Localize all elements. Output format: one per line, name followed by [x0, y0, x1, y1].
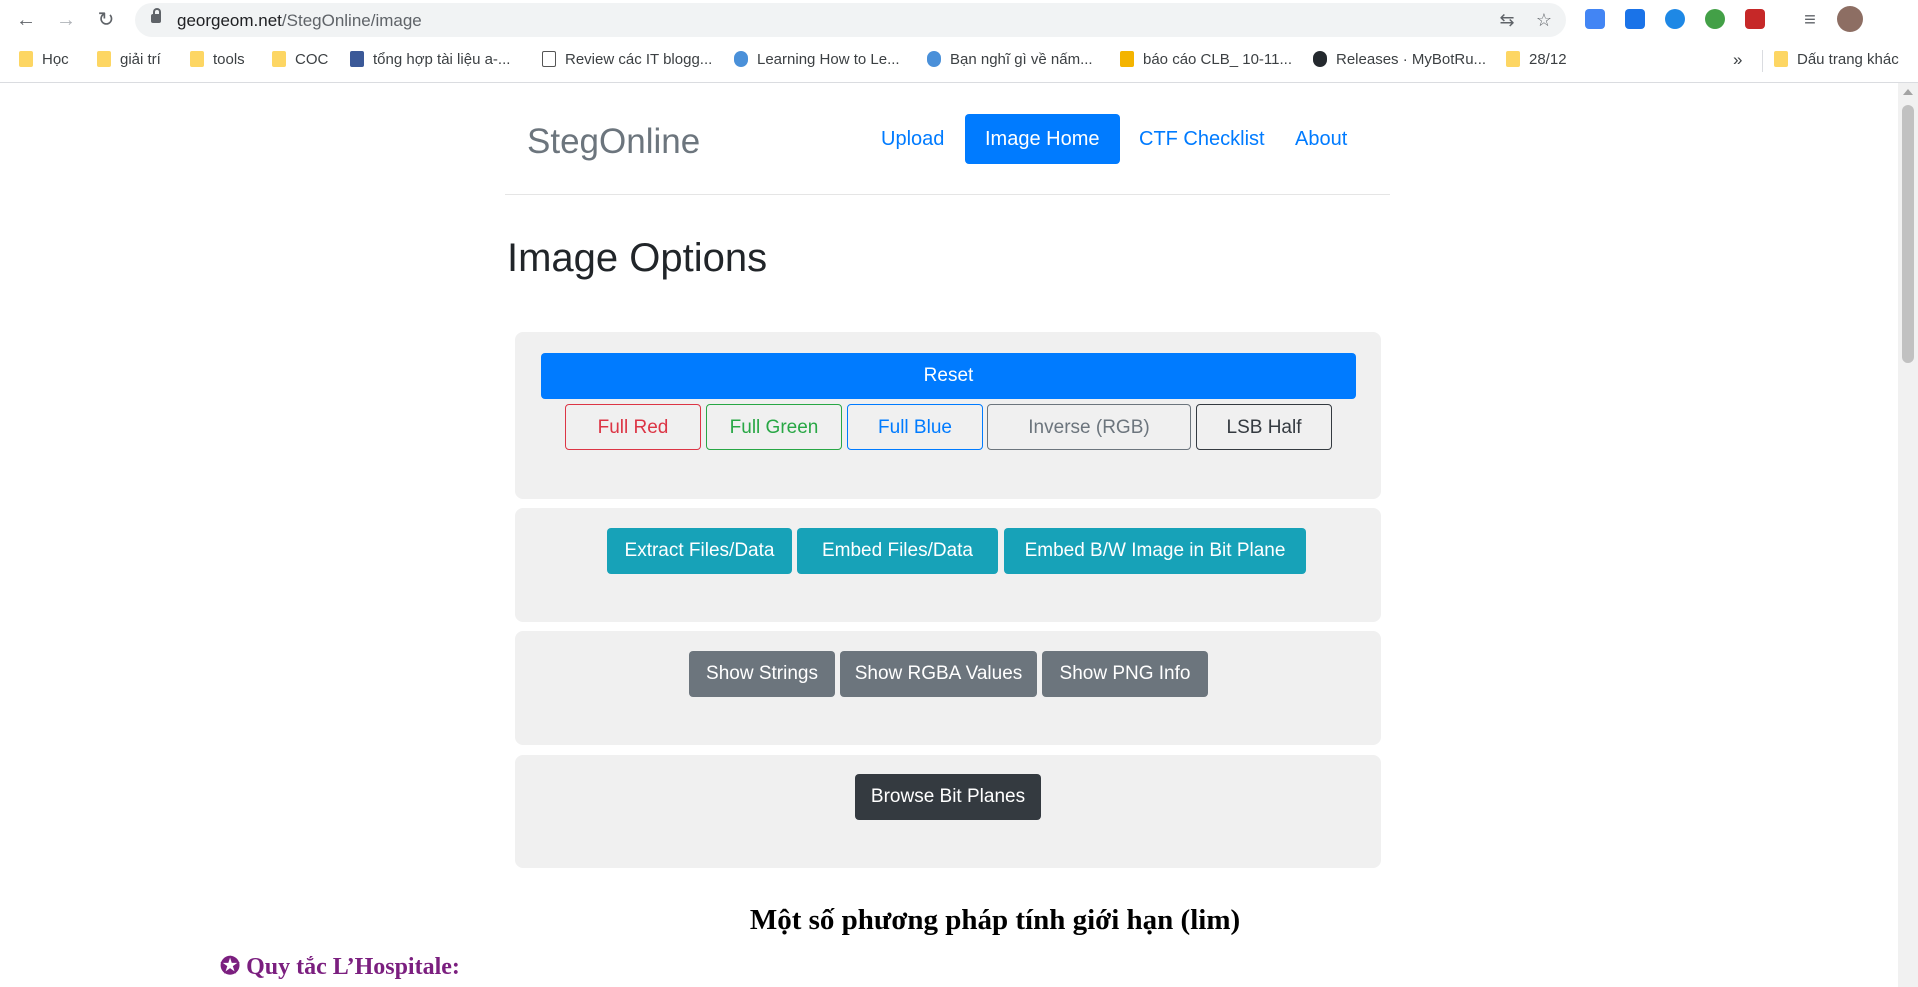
- translate-icon[interactable]: ⇆: [1497, 10, 1517, 30]
- url-text[interactable]: georgeom.net/StegOnline/image: [177, 11, 422, 31]
- header-divider: [505, 194, 1390, 195]
- page-title: Image Options: [507, 236, 768, 280]
- bookmarks-bar: Học giải trí tools COC tổng hợp tài liệu…: [0, 40, 1918, 83]
- bookmarks-divider: [1762, 50, 1763, 72]
- embed-files-button[interactable]: Embed Files/Data: [797, 528, 998, 574]
- translate-extension-icon[interactable]: [1585, 9, 1605, 29]
- download-extension-icon[interactable]: [1625, 9, 1645, 29]
- folder-icon: [19, 51, 33, 67]
- info-options-panel: Show Strings Show RGBA Values Show PNG I…: [515, 631, 1381, 745]
- bookmark-item[interactable]: Bạn nghĩ gì về nấm...: [927, 50, 1093, 70]
- reading-list-icon[interactable]: ≡: [1798, 8, 1822, 32]
- bookmark-star-icon[interactable]: ☆: [1534, 10, 1554, 30]
- bookmark-item[interactable]: Learning How to Le...: [734, 50, 900, 70]
- facebook-icon: [350, 51, 364, 67]
- scrollbar-thumb[interactable]: [1902, 105, 1914, 363]
- pdf-extension-icon[interactable]: [1745, 9, 1765, 29]
- inverse-rgb-button[interactable]: Inverse (RGB): [987, 404, 1191, 450]
- blue-owl-icon: [734, 51, 748, 67]
- bookmark-item[interactable]: Review các IT blogg...: [542, 50, 712, 70]
- bookmark-item[interactable]: tổng hợp tài liệu a-...: [350, 50, 510, 70]
- reload-icon[interactable]: ↻: [94, 8, 118, 32]
- forward-icon[interactable]: →: [54, 8, 78, 32]
- embed-bw-image-button[interactable]: Embed B/W Image in Bit Plane: [1004, 528, 1306, 574]
- nav-upload[interactable]: Upload: [861, 114, 964, 164]
- folder-icon: [97, 51, 111, 67]
- nav-about[interactable]: About: [1275, 114, 1367, 164]
- site-brand[interactable]: StegOnline: [527, 122, 700, 162]
- rule-heading: ✪ Quy tắc L’Hospitale:: [220, 954, 460, 980]
- bookmark-item[interactable]: Releases · MyBotRu...: [1313, 50, 1486, 70]
- globe-extension-icon[interactable]: [1705, 9, 1725, 29]
- scroll-up-icon[interactable]: [1903, 89, 1913, 95]
- data-options-panel: Extract Files/Data Embed Files/Data Embe…: [515, 508, 1381, 622]
- compass-extension-icon[interactable]: [1665, 9, 1685, 29]
- full-blue-button[interactable]: Full Blue: [847, 404, 983, 450]
- folder-icon: [1506, 51, 1520, 67]
- page-scrollbar[interactable]: [1898, 83, 1918, 987]
- profile-avatar[interactable]: [1837, 6, 1863, 32]
- color-options-panel: Reset Full Red Full Green Full Blue Inve…: [515, 332, 1381, 499]
- show-rgba-button[interactable]: Show RGBA Values: [840, 651, 1037, 697]
- full-red-button[interactable]: Full Red: [565, 404, 701, 450]
- folder-icon: [190, 51, 204, 67]
- full-green-button[interactable]: Full Green: [706, 404, 842, 450]
- reset-button[interactable]: Reset: [541, 353, 1356, 399]
- nav-image-home[interactable]: Image Home: [965, 114, 1120, 164]
- other-bookmarks[interactable]: Dấu trang khác: [1774, 50, 1899, 70]
- folder-icon: [1774, 51, 1788, 67]
- bookmark-item[interactable]: Học: [19, 50, 69, 70]
- blue-owl-icon: [927, 51, 941, 67]
- show-strings-button[interactable]: Show Strings: [689, 651, 835, 697]
- github-icon: [1313, 51, 1327, 67]
- bookmark-item[interactable]: tools: [190, 50, 245, 70]
- browse-bit-planes-button[interactable]: Browse Bit Planes: [855, 774, 1041, 820]
- bookmark-item[interactable]: COC: [272, 50, 328, 70]
- browser-toolbar: ← → ↻ georgeom.net/StegOnline/image ⇆ ☆ …: [0, 0, 1918, 40]
- lsb-half-button[interactable]: LSB Half: [1196, 404, 1332, 450]
- bitplane-panel: Browse Bit Planes: [515, 755, 1381, 868]
- bookmark-item[interactable]: báo cáo CLB_ 10-11...: [1120, 50, 1292, 70]
- code-icon: [542, 51, 556, 67]
- lock-icon: [151, 8, 161, 23]
- address-bar[interactable]: georgeom.net/StegOnline/image ⇆ ☆: [135, 3, 1566, 37]
- bookmark-item[interactable]: giải trí: [97, 50, 161, 70]
- back-icon[interactable]: ←: [14, 8, 38, 32]
- nav-ctf-checklist[interactable]: CTF Checklist: [1119, 114, 1285, 164]
- show-png-info-button[interactable]: Show PNG Info: [1042, 651, 1208, 697]
- folder-icon: [272, 51, 286, 67]
- document-heading: Một số phương pháp tính giới hạn (lim): [749, 904, 1241, 936]
- bookmarks-overflow-button[interactable]: »: [1733, 50, 1742, 70]
- bookmark-item[interactable]: 28/12: [1506, 50, 1567, 70]
- slides-icon: [1120, 51, 1134, 67]
- extract-files-button[interactable]: Extract Files/Data: [607, 528, 792, 574]
